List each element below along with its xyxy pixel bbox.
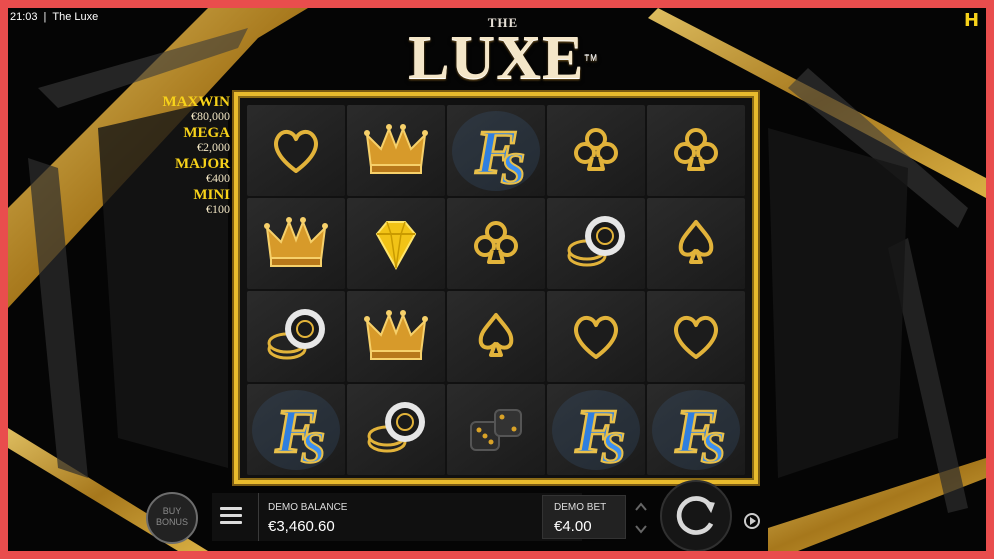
reel-cell — [547, 291, 645, 382]
dice-symbol-icon — [470, 409, 522, 451]
menu-icon[interactable] — [220, 507, 242, 525]
jackpot-maxwin: MAXWIN €80,000 — [156, 94, 231, 123]
club-symbol-icon — [574, 128, 618, 171]
buy-bonus-label: BUY BONUS — [155, 506, 188, 527]
crown-symbol-icon — [364, 124, 428, 174]
heart-symbol-icon — [574, 316, 618, 359]
spin-icon — [676, 496, 715, 535]
heart-symbol-icon — [274, 130, 318, 173]
reel-cell — [247, 291, 345, 382]
jackpot-name: MEGA — [183, 125, 230, 141]
divider — [258, 493, 259, 541]
bet-increase-icon — [635, 502, 647, 511]
control-bar: BUY BONUS DEMO BALANCE €3,460.60 DEMO BE… — [8, 480, 986, 551]
window-title: The Luxe — [52, 11, 99, 23]
club-symbol-icon — [474, 221, 518, 264]
jackpot-major: MAJOR €400 — [156, 156, 230, 185]
reel-cell — [447, 198, 545, 289]
clock: 21:03 — [10, 11, 38, 23]
reel-cell — [247, 105, 345, 196]
autoplay-icon[interactable] — [742, 511, 762, 531]
reel-cell — [647, 198, 745, 289]
logo-tm: TM — [584, 53, 598, 62]
jackpot-mega: MEGA €2,000 — [156, 125, 230, 154]
reel-cell — [447, 384, 545, 475]
reel-cell — [447, 291, 545, 382]
reel-cell: FS — [447, 105, 545, 196]
svg-text:S: S — [301, 423, 325, 472]
provider-logo-icon: H — [964, 10, 980, 31]
game-stage: 21:03 | The Luxe H THE LUXETM MAXWIN €80,0… — [8, 8, 986, 551]
fs-symbol-icon: FS — [252, 390, 340, 473]
jackpot-list: MAXWIN €80,000 MEGA €2,000 MAJOR €400 MI… — [156, 94, 231, 218]
crown-symbol-icon — [264, 217, 328, 267]
reel-grid: FSFSFSFS — [246, 104, 746, 476]
chips-symbol-icon — [567, 216, 625, 267]
club-symbol-icon — [674, 128, 718, 171]
jackpot-mini: MINI €100 — [156, 187, 230, 216]
reel-cell: FS — [647, 384, 745, 475]
jackpot-name: MAXWIN — [162, 94, 231, 110]
svg-text:S: S — [501, 144, 525, 193]
chips-symbol-icon — [267, 309, 325, 360]
bet-stepper[interactable] — [634, 500, 648, 536]
reel-cell — [347, 384, 445, 475]
svg-text:S: S — [701, 423, 725, 472]
reel-cell — [647, 291, 745, 382]
bet-label: DEMO BET — [554, 502, 607, 513]
status-bar: 21:03 | The Luxe — [8, 8, 104, 26]
diamond-symbol-icon — [375, 221, 417, 271]
jackpot-value: €100 — [206, 202, 230, 216]
reel-cell — [347, 291, 445, 382]
spade-symbol-icon — [478, 313, 514, 357]
game-logo: THE LUXETM — [388, 16, 618, 90]
fs-symbol-icon: FS — [452, 111, 540, 194]
jackpot-value: €400 — [206, 171, 230, 185]
reel-cell — [647, 105, 745, 196]
jackpot-name: MINI — [193, 187, 230, 203]
spin-button[interactable] — [660, 480, 732, 551]
reel-cell — [547, 105, 645, 196]
chips-symbol-icon — [367, 402, 425, 453]
reel-cell — [547, 198, 645, 289]
reel-cell: FS — [547, 384, 645, 475]
reel-cell: FS — [247, 384, 345, 475]
reel-cell — [347, 105, 445, 196]
separator: | — [43, 11, 47, 23]
reel-cell — [347, 198, 445, 289]
svg-text:S: S — [601, 423, 625, 472]
jackpot-value: €80,000 — [191, 109, 230, 123]
spade-symbol-icon — [678, 220, 714, 264]
fs-symbol-icon: FS — [652, 390, 740, 473]
logo-luxe-text: LUXE — [408, 24, 585, 92]
fs-symbol-icon: FS — [552, 390, 640, 473]
crown-symbol-icon — [364, 310, 428, 360]
reel-cell — [247, 198, 345, 289]
balance-value: €3,460.60 — [268, 518, 335, 535]
buy-bonus-button[interactable]: BUY BONUS — [146, 492, 198, 544]
jackpot-value: €2,000 — [197, 140, 230, 154]
logo-luxe: LUXETM — [388, 27, 618, 89]
balance-label: DEMO BALANCE — [268, 502, 348, 513]
heart-symbol-icon — [674, 316, 718, 359]
reel-frame: FSFSFSFS — [234, 92, 758, 484]
bet-decrease-icon — [635, 525, 647, 534]
jackpot-name: MAJOR — [175, 156, 230, 172]
bet-value: €4.00 — [554, 518, 592, 535]
